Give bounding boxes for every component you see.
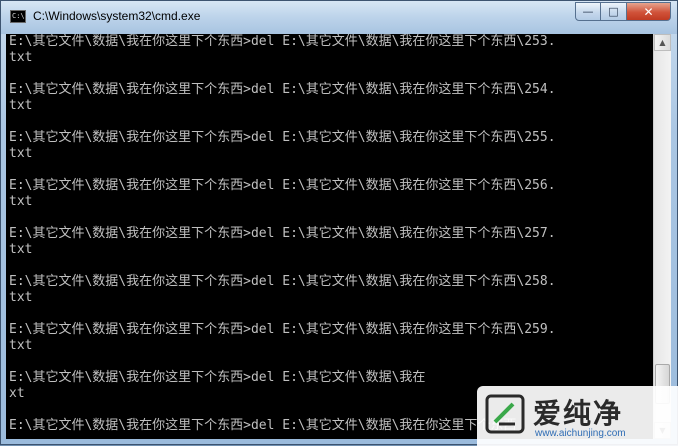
title-bar[interactable]: C:\ C:\Windows\system32\cmd.exe — □ ✕ xyxy=(1,1,677,34)
console-output[interactable]: E:\其它文件\数据\我在你这里下个东西>del E:\其它文件\数据\我在你这… xyxy=(6,34,653,439)
console-line: E:\其它文件\数据\我在你这里下个东西>del E:\其它文件\数据\我在你这… xyxy=(9,130,556,145)
console-line: E:\其它文件\数据\我在你这里下个东西>del E:\其它文件\数据\我在你这… xyxy=(9,322,556,337)
minimize-icon: — xyxy=(582,5,594,18)
console-line: txt xyxy=(9,242,33,257)
cmd-window: C:\ C:\Windows\system32\cmd.exe — □ ✕ E:… xyxy=(0,0,678,446)
close-icon: ✕ xyxy=(643,4,654,19)
minimize-button[interactable]: — xyxy=(575,2,601,21)
caption-buttons: — □ ✕ xyxy=(575,2,671,21)
watermark: 爱纯净 www.aichunjing.com xyxy=(477,386,678,446)
aichunjing-logo-icon xyxy=(485,394,525,434)
maximize-icon: □ xyxy=(608,5,619,18)
close-button[interactable]: ✕ xyxy=(627,2,671,21)
watermark-brand: 爱纯净 xyxy=(533,397,624,430)
maximize-button[interactable]: □ xyxy=(601,2,627,21)
console-lines: E:\其它文件\数据\我在你这里下个东西>del E:\其它文件\数据\我在你这… xyxy=(9,34,556,434)
watermark-url: www.aichunjing.com xyxy=(535,428,626,439)
vertical-scrollbar[interactable]: ▲ ▼ xyxy=(653,34,671,439)
scroll-up-button[interactable]: ▲ xyxy=(654,34,671,51)
window-title: C:\Windows\system32\cmd.exe xyxy=(33,9,201,23)
console-line: E:\其它文件\数据\我在你这里下个东西>del E:\其它文件\数据\我在你这… xyxy=(9,274,556,289)
console-line: txt xyxy=(9,290,33,305)
console-line: E:\其它文件\数据\我在你这里下个东西>del E:\其它文件\数据\我在你这… xyxy=(9,418,517,433)
console-line: E:\其它文件\数据\我在你这里下个东西>del E:\其它文件\数据\我在 xyxy=(9,370,426,385)
console-line: E:\其它文件\数据\我在你这里下个东西>del E:\其它文件\数据\我在你这… xyxy=(9,226,556,241)
console-line: txt xyxy=(9,194,33,209)
console-line: E:\其它文件\数据\我在你这里下个东西>del E:\其它文件\数据\我在你这… xyxy=(9,178,556,193)
console-line: txt xyxy=(9,146,33,161)
console-line: E:\其它文件\数据\我在你这里下个东西>del E:\其它文件\数据\我在你这… xyxy=(9,34,556,49)
console-line: txt xyxy=(9,50,33,65)
console-line: xt xyxy=(9,386,25,401)
console-line: txt xyxy=(9,98,33,113)
cmd-icon[interactable]: C:\ xyxy=(10,10,26,23)
console-line: E:\其它文件\数据\我在你这里下个东西>del E:\其它文件\数据\我在你这… xyxy=(9,82,556,97)
console-line: txt xyxy=(9,338,33,353)
